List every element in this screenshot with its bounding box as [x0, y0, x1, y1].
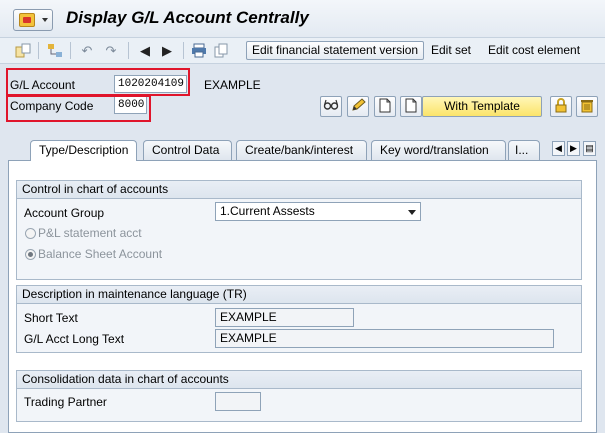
toolbar-separator — [183, 42, 184, 59]
account-group-label: Account Group — [24, 206, 105, 220]
undo-icon[interactable]: ↶ — [78, 42, 96, 59]
pl-statement-label: P&L statement acct — [38, 226, 142, 240]
create-button[interactable] — [374, 96, 396, 117]
previous-icon[interactable]: ◀ — [136, 42, 154, 59]
delete-button[interactable] — [576, 96, 598, 117]
tab-key-word-translation[interactable]: Key word/translation — [371, 140, 506, 160]
other-object-icon[interactable] — [14, 42, 32, 59]
create-document-icon — [404, 98, 418, 116]
gl-account-description: EXAMPLE — [204, 78, 261, 92]
balance-sheet-radio — [25, 249, 36, 260]
toolbar-separator — [70, 42, 71, 59]
change-button[interactable] — [347, 96, 369, 117]
new-document-icon — [378, 98, 392, 116]
lock-button[interactable] — [550, 96, 572, 117]
create-with-template-icon-button[interactable] — [400, 96, 422, 117]
tabstrip: Type/Description Control Data Create/ban… — [0, 140, 605, 161]
hierarchy-icon[interactable] — [46, 42, 64, 59]
consolidation-group-title: Consolidation data in chart of accounts — [17, 371, 581, 389]
pencil-icon — [350, 97, 366, 116]
application-toolbar: ↶ ↷ ◀ ▶ Edit financial statement version… — [0, 38, 605, 64]
balance-sheet-label: Balance Sheet Account — [38, 247, 163, 261]
tab-list-icon: ▤ — [585, 143, 594, 153]
account-group-value: 1.Current Assests — [220, 204, 315, 218]
tab-more[interactable]: I... — [508, 140, 540, 160]
title-bar: Display G/L Account Centrally — [0, 0, 605, 38]
pl-statement-radio — [25, 228, 36, 239]
trading-partner-label: Trading Partner — [24, 395, 107, 409]
redo-icon[interactable]: ↷ — [102, 42, 120, 59]
copy-icon[interactable] — [212, 42, 230, 59]
trash-icon — [580, 98, 594, 116]
glasses-icon — [323, 98, 339, 115]
dropdown-arrow-icon — [408, 210, 416, 215]
long-text-label: G/L Acct Long Text — [24, 332, 125, 346]
print-icon[interactable] — [190, 42, 208, 59]
toolbar-separator — [38, 42, 39, 59]
display-button[interactable] — [320, 96, 342, 117]
short-text-field[interactable]: EXAMPLE — [215, 308, 354, 327]
edit-set-button[interactable]: Edit set — [431, 43, 471, 57]
chevron-down-icon — [42, 18, 48, 22]
tab-scroll-left-button[interactable]: ◀ — [552, 141, 565, 156]
highlight-gl-account — [6, 68, 190, 96]
description-group: Description in maintenance language (TR)… — [16, 285, 582, 353]
long-text-field[interactable]: EXAMPLE — [215, 329, 554, 348]
chevron-left-icon: ◀ — [555, 143, 562, 153]
lock-icon — [554, 97, 568, 116]
next-icon[interactable]: ▶ — [158, 42, 176, 59]
short-text-label: Short Text — [24, 311, 78, 325]
control-group: Control in chart of accounts Account Gro… — [16, 180, 582, 280]
tab-scroll-right-button[interactable]: ▶ — [567, 141, 580, 156]
control-group-title: Control in chart of accounts — [17, 181, 581, 199]
highlight-company-code — [6, 95, 151, 122]
menu-icon — [19, 13, 35, 27]
menu-button[interactable] — [13, 9, 53, 31]
description-group-title: Description in maintenance language (TR) — [17, 286, 581, 304]
tab-content: Control in chart of accounts Account Gro… — [8, 160, 597, 433]
edit-cost-element-button[interactable]: Edit cost element — [488, 43, 580, 57]
tab-type-description[interactable]: Type/Description — [30, 140, 137, 161]
tab-list-button[interactable]: ▤ — [583, 141, 596, 156]
chevron-right-icon: ▶ — [570, 143, 577, 153]
with-template-button[interactable]: With Template — [422, 96, 542, 117]
tab-control-data[interactable]: Control Data — [143, 140, 232, 160]
trading-partner-field[interactable] — [215, 392, 261, 411]
edit-financial-statement-version-button[interactable]: Edit financial statement version — [246, 41, 425, 60]
tab-create-bank-interest[interactable]: Create/bank/interest — [236, 140, 367, 160]
consolidation-group: Consolidation data in chart of accounts … — [16, 370, 582, 422]
account-group-select[interactable]: 1.Current Assests — [215, 202, 421, 221]
page-title: Display G/L Account Centrally — [66, 8, 309, 27]
toolbar-separator — [128, 42, 129, 59]
